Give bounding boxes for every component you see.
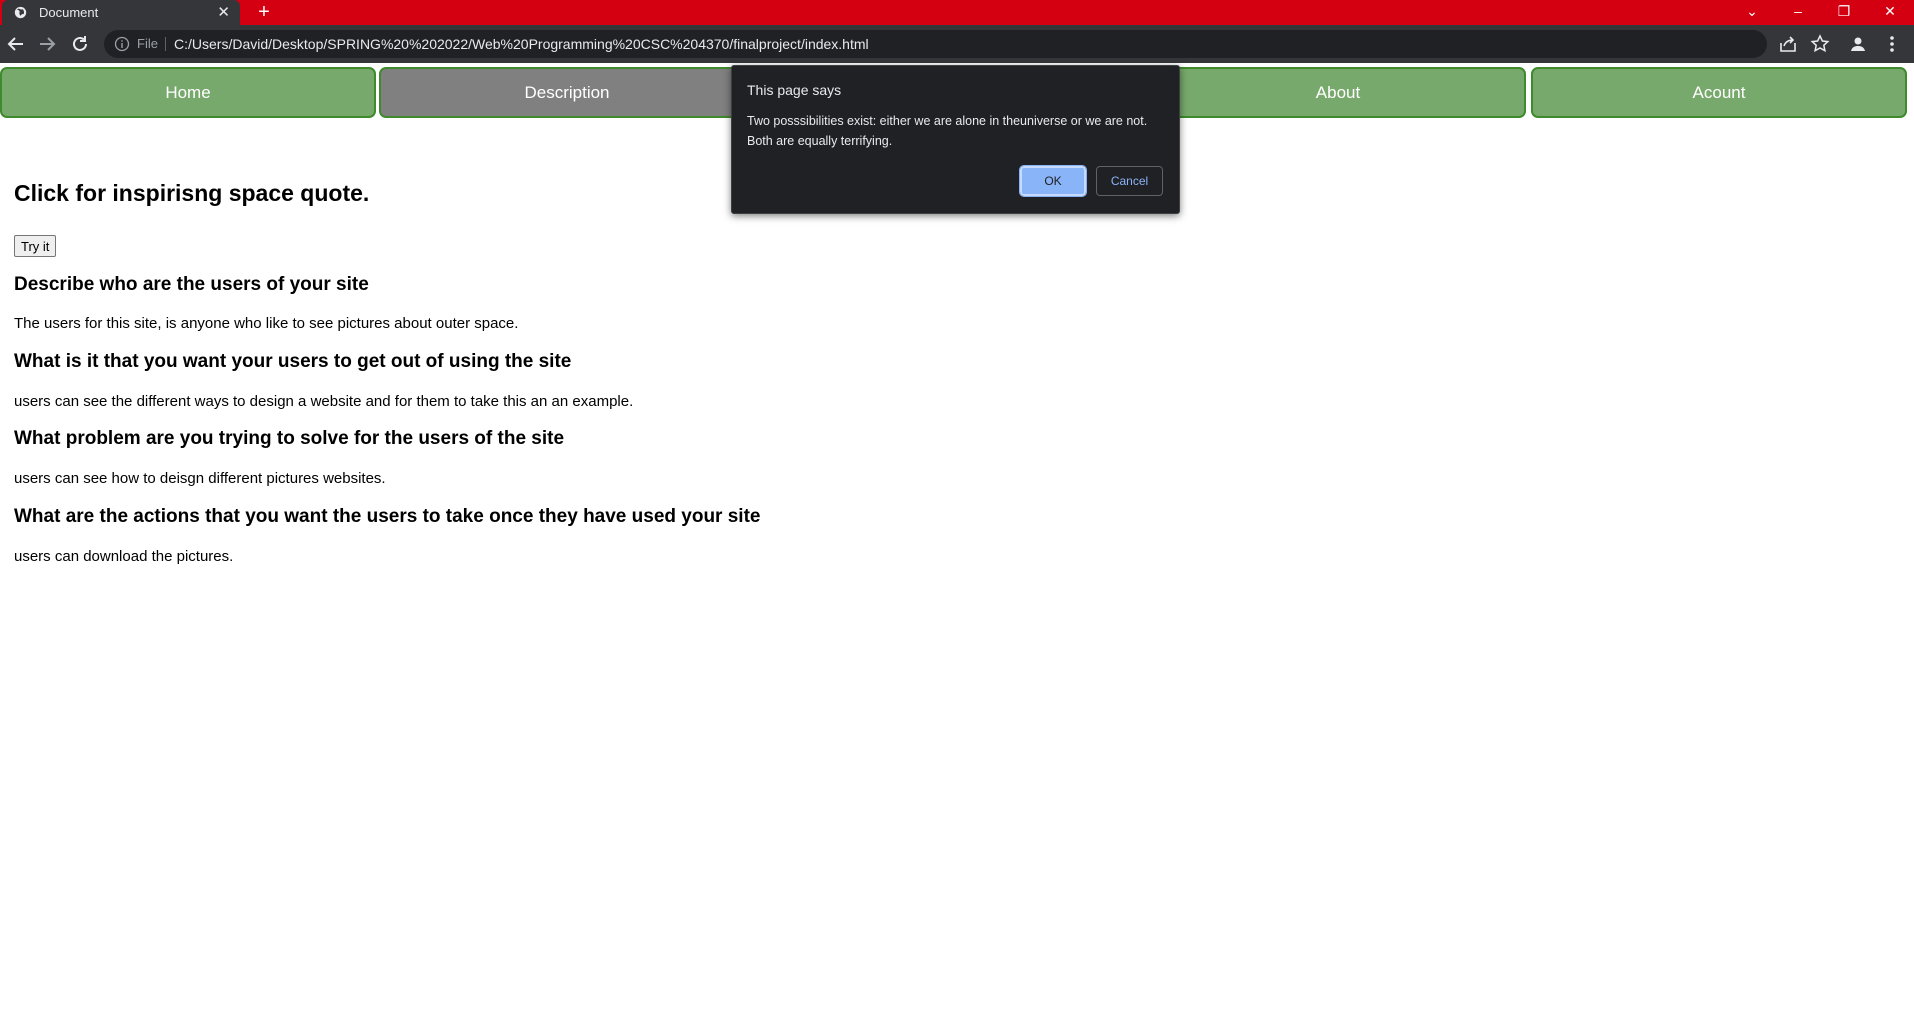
minimize-button[interactable]: – <box>1775 0 1821 25</box>
reload-icon[interactable] <box>68 32 92 56</box>
answer-users: The users for this site, is anyone who l… <box>14 315 519 332</box>
answer-actions: users can download the pictures. <box>14 548 234 565</box>
back-arrow-icon[interactable] <box>4 32 28 56</box>
quote-heading: Click for inspirisng space quote. <box>14 180 370 206</box>
url-text[interactable]: C:/Users/David/Desktop/SPRING%20%202022/… <box>174 30 869 58</box>
close-window-button[interactable]: ✕ <box>1867 0 1913 25</box>
ok-button[interactable]: OK <box>1019 165 1087 197</box>
question-actions: What are the actions that you want the u… <box>14 506 761 527</box>
nav-about[interactable]: About <box>1150 67 1526 118</box>
tab-strip: Document ✕ + ⌄ – ❐ ✕ <box>0 0 1914 25</box>
profile-icon[interactable] <box>1846 32 1870 56</box>
question-problem: What problem are you trying to solve for… <box>14 428 565 449</box>
answer-problem: users can see how to deisgn different pi… <box>14 470 386 487</box>
globe-icon <box>14 6 27 19</box>
try-it-button[interactable]: Try it <box>14 235 57 257</box>
share-icon[interactable] <box>1776 32 1800 56</box>
tab-close-icon[interactable]: ✕ <box>217 0 230 25</box>
address-separator <box>165 37 166 51</box>
bookmark-star-icon[interactable] <box>1808 32 1832 56</box>
nav-home[interactable]: Home <box>0 67 376 118</box>
question-users: Describe who are the users of your site <box>14 274 369 295</box>
cancel-button[interactable]: Cancel <box>1096 166 1163 196</box>
scheme-label: File <box>137 36 158 51</box>
nav-account[interactable]: Acount <box>1531 67 1907 118</box>
browser-toolbar: File C:/Users/David/Desktop/SPRING%20%20… <box>0 25 1914 63</box>
restore-button[interactable]: ❐ <box>1821 0 1867 25</box>
tab-search-icon[interactable]: ⌄ <box>1729 0 1775 25</box>
menu-dots-icon[interactable] <box>1880 32 1904 56</box>
dialog-title: This page says <box>747 82 842 98</box>
new-tab-button[interactable]: + <box>254 0 274 25</box>
nav-description[interactable]: Description <box>379 67 755 118</box>
question-goals: What is it that you want your users to g… <box>14 351 572 372</box>
dialog-message: Two posssibilities exist: either we are … <box>747 114 1148 148</box>
info-icon[interactable] <box>114 36 130 52</box>
browser-tab[interactable]: Document ✕ <box>2 0 240 25</box>
answer-goals: users can see the different ways to desi… <box>14 393 634 410</box>
alert-dialog: This page says Two posssibilities exist:… <box>731 65 1180 214</box>
address-bar[interactable]: File C:/Users/David/Desktop/SPRING%20%20… <box>104 30 1767 58</box>
forward-arrow-icon[interactable] <box>35 32 59 56</box>
tab-title: Document <box>39 5 99 20</box>
